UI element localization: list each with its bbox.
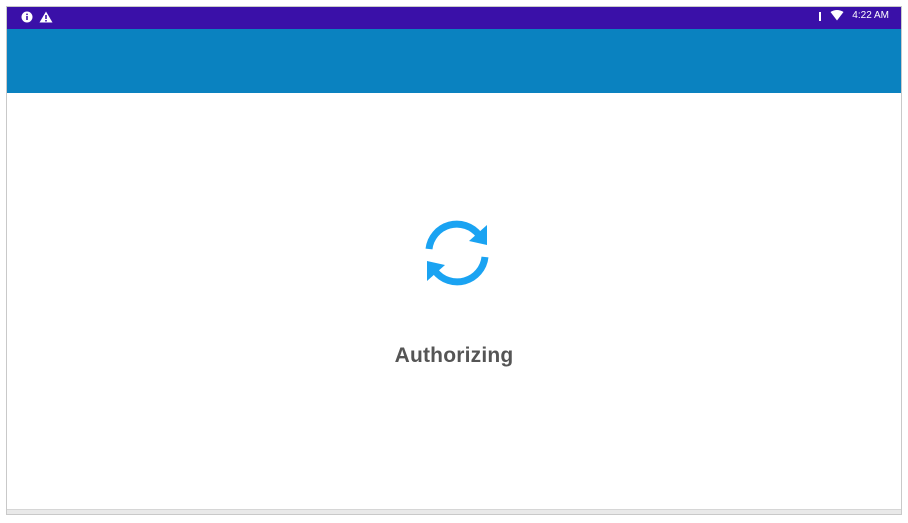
status-bar: 4:22 AM <box>7 7 901 29</box>
wifi-icon <box>830 10 844 21</box>
bottom-divider <box>7 509 901 514</box>
app-bar <box>7 29 901 93</box>
warning-icon <box>39 11 53 23</box>
authorizing-label: Authorizing <box>394 344 514 367</box>
device-screen: 4:22 AM Authorizing <box>6 6 902 515</box>
status-time: 4:22 AM <box>852 10 889 21</box>
content-area: Authorizing <box>7 93 901 514</box>
signal-icon <box>819 11 822 21</box>
refresh-sync-icon <box>425 220 489 286</box>
info-icon <box>21 11 33 23</box>
status-right: 4:22 AM <box>818 10 889 21</box>
status-left-icons <box>21 11 53 23</box>
